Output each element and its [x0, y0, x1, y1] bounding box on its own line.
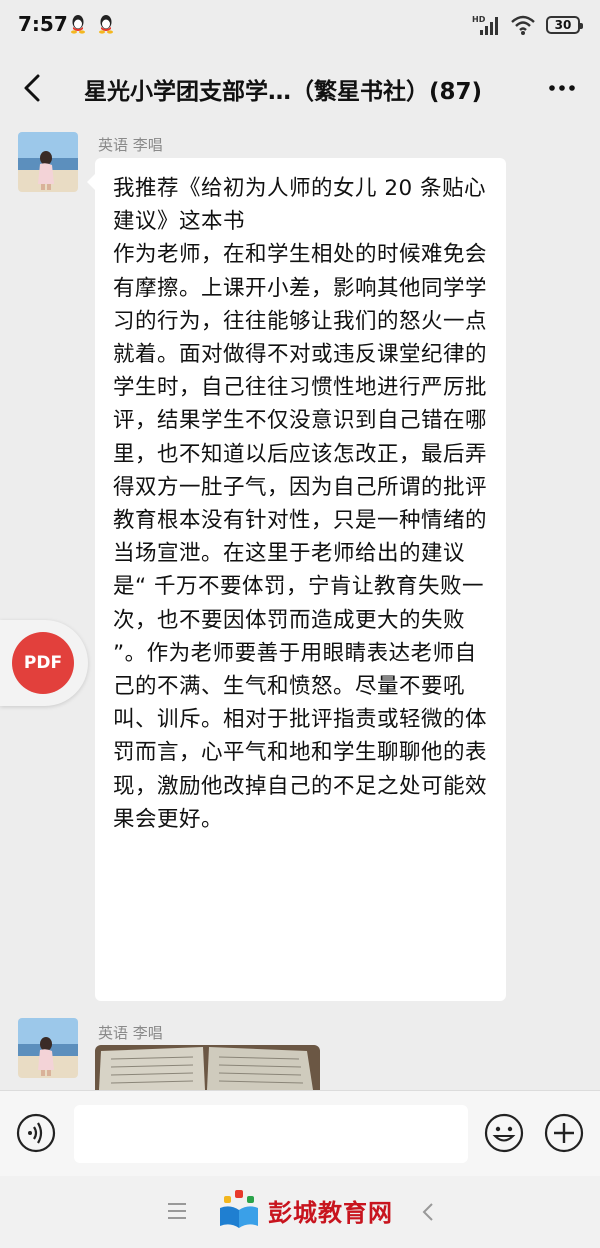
chat-title: 星光小学团支部学…（繁星书社）(87)	[84, 79, 483, 105]
menu-icon	[168, 1203, 186, 1219]
message-bubble[interactable]: 我推荐《给初为人师的女儿 20 条贴心建议》这本书 作为老师，在和学生相处的时候…	[87, 158, 506, 1001]
battery-indicator: 30	[546, 16, 583, 34]
sender-name: 英语 李唱	[98, 136, 163, 154]
chat-header: 星光小学团支部学…（繁星书社）(87)	[0, 52, 600, 122]
pdf-floating-panel: PDF	[0, 620, 88, 706]
network-label: HD	[472, 15, 486, 24]
signal-icon: HD	[472, 15, 498, 35]
status-time: 7:57	[18, 12, 68, 36]
message-text: 我推荐《给初为人师的女儿 20 条贴心建议》这本书	[113, 176, 487, 235]
photo-message[interactable]	[95, 1045, 320, 1090]
watermark: 彭城教育网	[218, 1188, 393, 1232]
chevron-left-icon	[24, 74, 40, 102]
menu-button[interactable]	[164, 1198, 190, 1224]
more-button[interactable]	[544, 70, 580, 106]
plus-icon	[544, 1113, 584, 1153]
nav-back-button[interactable]	[416, 1198, 440, 1226]
message-input[interactable]	[74, 1105, 468, 1163]
book-logo-icon	[220, 1190, 258, 1228]
watermark-text: 彭城教育网	[268, 1198, 393, 1227]
voice-icon	[16, 1113, 56, 1153]
input-bar	[0, 1090, 600, 1177]
pdf-button[interactable]: PDF	[12, 632, 74, 694]
qq-icon	[99, 15, 113, 34]
sender-name: 英语 李唱	[98, 1024, 163, 1042]
status-indicators: HD 30	[472, 12, 583, 38]
emoji-button[interactable]	[484, 1113, 524, 1153]
system-nav-bar: 彭城教育网	[0, 1176, 600, 1248]
back-icon	[422, 1203, 433, 1221]
wifi-icon	[511, 15, 535, 35]
qq-icon	[71, 15, 85, 34]
status-bar: 7:57 HD 30	[0, 0, 600, 50]
avatar[interactable]	[18, 1018, 78, 1078]
emoji-icon	[484, 1113, 524, 1153]
voice-button[interactable]	[16, 1113, 56, 1153]
plus-button[interactable]	[544, 1113, 584, 1153]
back-button[interactable]	[14, 68, 50, 108]
message-text: 作为老师，在和学生相处的时候难免会有摩擦。上课开小差，影响其他同学学习的行为，往…	[113, 242, 488, 832]
avatar[interactable]	[18, 132, 78, 192]
more-horizontal-icon	[549, 85, 575, 91]
